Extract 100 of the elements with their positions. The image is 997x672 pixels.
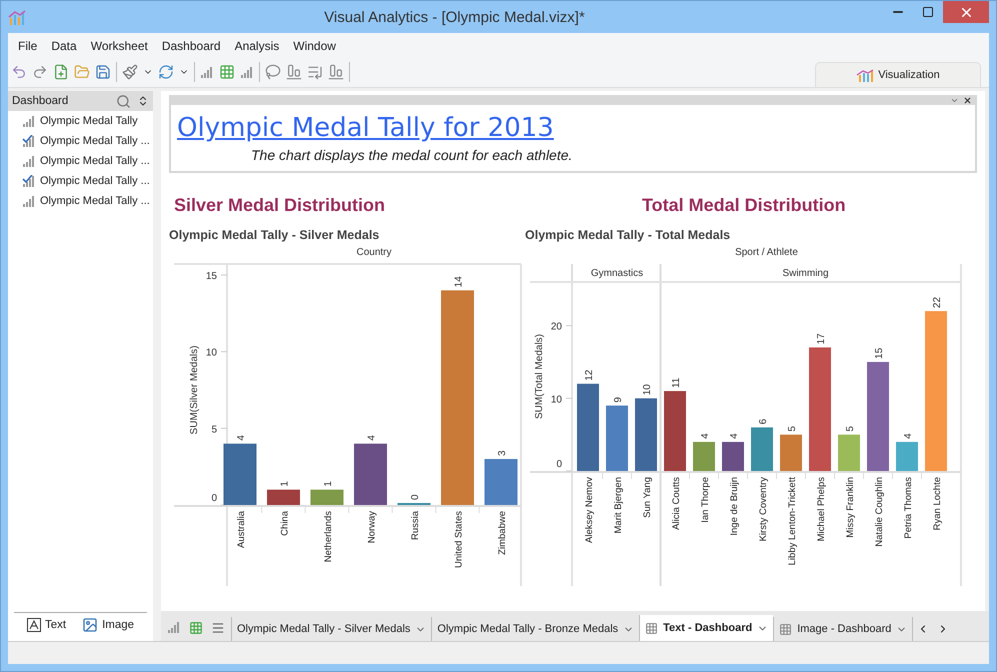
sheet-list-item[interactable]: Olympic Medal Tally ... <box>8 171 153 191</box>
ribbon-tab[interactable]: Visualization <box>815 62 981 87</box>
axis-tick: 0 <box>211 493 217 504</box>
group-header: Swimming <box>782 268 829 279</box>
category-label: Michael Phelps <box>816 477 827 542</box>
menu-item[interactable]: File <box>11 37 44 57</box>
bar <box>722 442 744 471</box>
bar <box>310 490 344 505</box>
axis-tick: 15 <box>206 271 217 282</box>
axis-title: Sport / Athlete <box>735 247 798 258</box>
sheet-list-item[interactable]: Olympic Medal Tally ... <box>8 191 153 211</box>
align-icon[interactable] <box>286 64 302 80</box>
data-label: 10 <box>642 384 653 396</box>
undo-icon[interactable] <box>11 64 27 80</box>
category-label: Missy Franklin <box>845 477 856 538</box>
checked-chart-icon <box>22 135 36 147</box>
bar-chart-icon <box>22 115 36 127</box>
data-label: 3 <box>497 450 508 456</box>
brush-icon[interactable] <box>122 64 138 80</box>
new-file-icon[interactable] <box>53 64 69 80</box>
menu-item[interactable]: Dashboard <box>154 37 228 57</box>
object-button[interactable]: Text <box>26 617 66 633</box>
category-label: Aleksey Nemov <box>584 477 595 543</box>
search-icon[interactable] <box>116 94 131 108</box>
sheet-list-item[interactable]: Olympic Medal Tally ... <box>8 131 153 151</box>
menu-item[interactable]: Data <box>44 37 84 57</box>
refresh-icon[interactable] <box>158 64 174 80</box>
save-icon[interactable] <box>95 64 111 80</box>
bar-chart-icon <box>240 66 254 78</box>
category-label: Libby Lenton-Trickett <box>787 477 798 566</box>
category-label: Sun Yang <box>642 477 653 518</box>
dashboard-subtitle: The chart displays the medal count for each athlete. <box>250 146 574 165</box>
group-header: Gymnastics <box>590 268 644 279</box>
redo-icon[interactable] <box>32 64 48 80</box>
text-frame-icon <box>26 618 41 632</box>
bar <box>693 442 715 471</box>
bar-chart-icon <box>22 155 36 167</box>
image-icon <box>82 617 98 633</box>
data-label: 5 <box>787 426 798 432</box>
bar <box>484 459 518 505</box>
data-label: 12 <box>584 370 595 381</box>
data-label: 15 <box>874 348 885 359</box>
chart-title: Olympic Medal Tally - Total Medals <box>525 228 732 242</box>
axis-tick: 10 <box>550 394 562 406</box>
axis-title: Country <box>356 247 392 258</box>
data-label: 4 <box>700 433 711 439</box>
menu-item[interactable]: Analysis <box>228 37 286 57</box>
category-label: Kirsty Coventry <box>758 477 769 542</box>
data-label: 4 <box>903 433 914 439</box>
bar <box>267 490 300 505</box>
sheet-tab[interactable]: Image - Dashboard <box>773 617 912 641</box>
data-label: 1 <box>280 481 290 487</box>
data-label: 11 <box>671 378 682 388</box>
menu-icon[interactable] <box>211 621 225 635</box>
dashboard-title[interactable]: Olympic Medal Tally for 2013 <box>177 113 554 143</box>
close-icon[interactable] <box>963 96 972 104</box>
menu-item[interactable]: Window <box>286 37 343 57</box>
bar <box>224 444 256 505</box>
data-label: 4 <box>236 435 247 441</box>
bar <box>896 442 918 471</box>
chart-title: Olympic Medal Tally - Silver Medals <box>169 228 380 242</box>
axis-title: SUM(Silver Medals) <box>189 346 200 434</box>
item-label: Olympic Medal Tally ... <box>40 175 150 187</box>
checked-chart-icon <box>22 175 36 187</box>
section-heading: Total Medal Distribution <box>641 195 847 216</box>
category-label: Australia <box>236 511 247 548</box>
category-label: United States <box>454 511 464 568</box>
bar <box>354 444 387 505</box>
sheet-list-item[interactable]: Olympic Medal Tally <box>8 111 153 131</box>
item-label: Olympic Medal Tally ... <box>40 195 150 207</box>
lasso-icon[interactable] <box>265 64 281 80</box>
sheet-tab[interactable]: Olympic Medal Tally - Silver Medals <box>231 617 432 641</box>
close-button[interactable] <box>943 1 989 23</box>
window-title: Visual Analytics - [Olympic Medal.vizx]* <box>323 8 586 26</box>
menu-item[interactable]: Worksheet <box>84 37 155 57</box>
category-label: Alicia Coutts <box>671 477 682 530</box>
sheet-tab[interactable]: Text - Dashboard <box>639 615 774 641</box>
category-label: China <box>280 511 290 536</box>
category-label: Inge de Bruijn <box>729 477 740 536</box>
chart-icon <box>856 68 874 82</box>
category-label: Marit Bjergen <box>613 477 624 534</box>
maximize-icon[interactable] <box>922 6 934 18</box>
sheet-list-item[interactable]: Olympic Medal Tally ... <box>8 151 153 171</box>
category-label: Ryan Lochte <box>932 477 943 530</box>
axis-tick: 10 <box>206 348 217 359</box>
grid-icon <box>779 622 792 636</box>
data-label: 4 <box>366 435 378 441</box>
category-label: Netherlands <box>323 511 334 562</box>
data-label: 14 <box>454 276 464 288</box>
category-label: Natalie Coughlin <box>874 477 885 547</box>
axis-title: SUM(Total Medals) <box>534 334 545 420</box>
axis-tick: 5 <box>211 424 217 436</box>
data-label: 5 <box>845 426 856 432</box>
data-label: 0 <box>410 494 421 500</box>
data-label: 9 <box>613 397 624 403</box>
app-logo-icon <box>8 9 26 25</box>
category-label: Zimbabwe <box>497 511 508 555</box>
bar-chart-icon <box>22 195 36 207</box>
bar <box>780 434 802 471</box>
object-button[interactable]: Image <box>82 617 134 633</box>
